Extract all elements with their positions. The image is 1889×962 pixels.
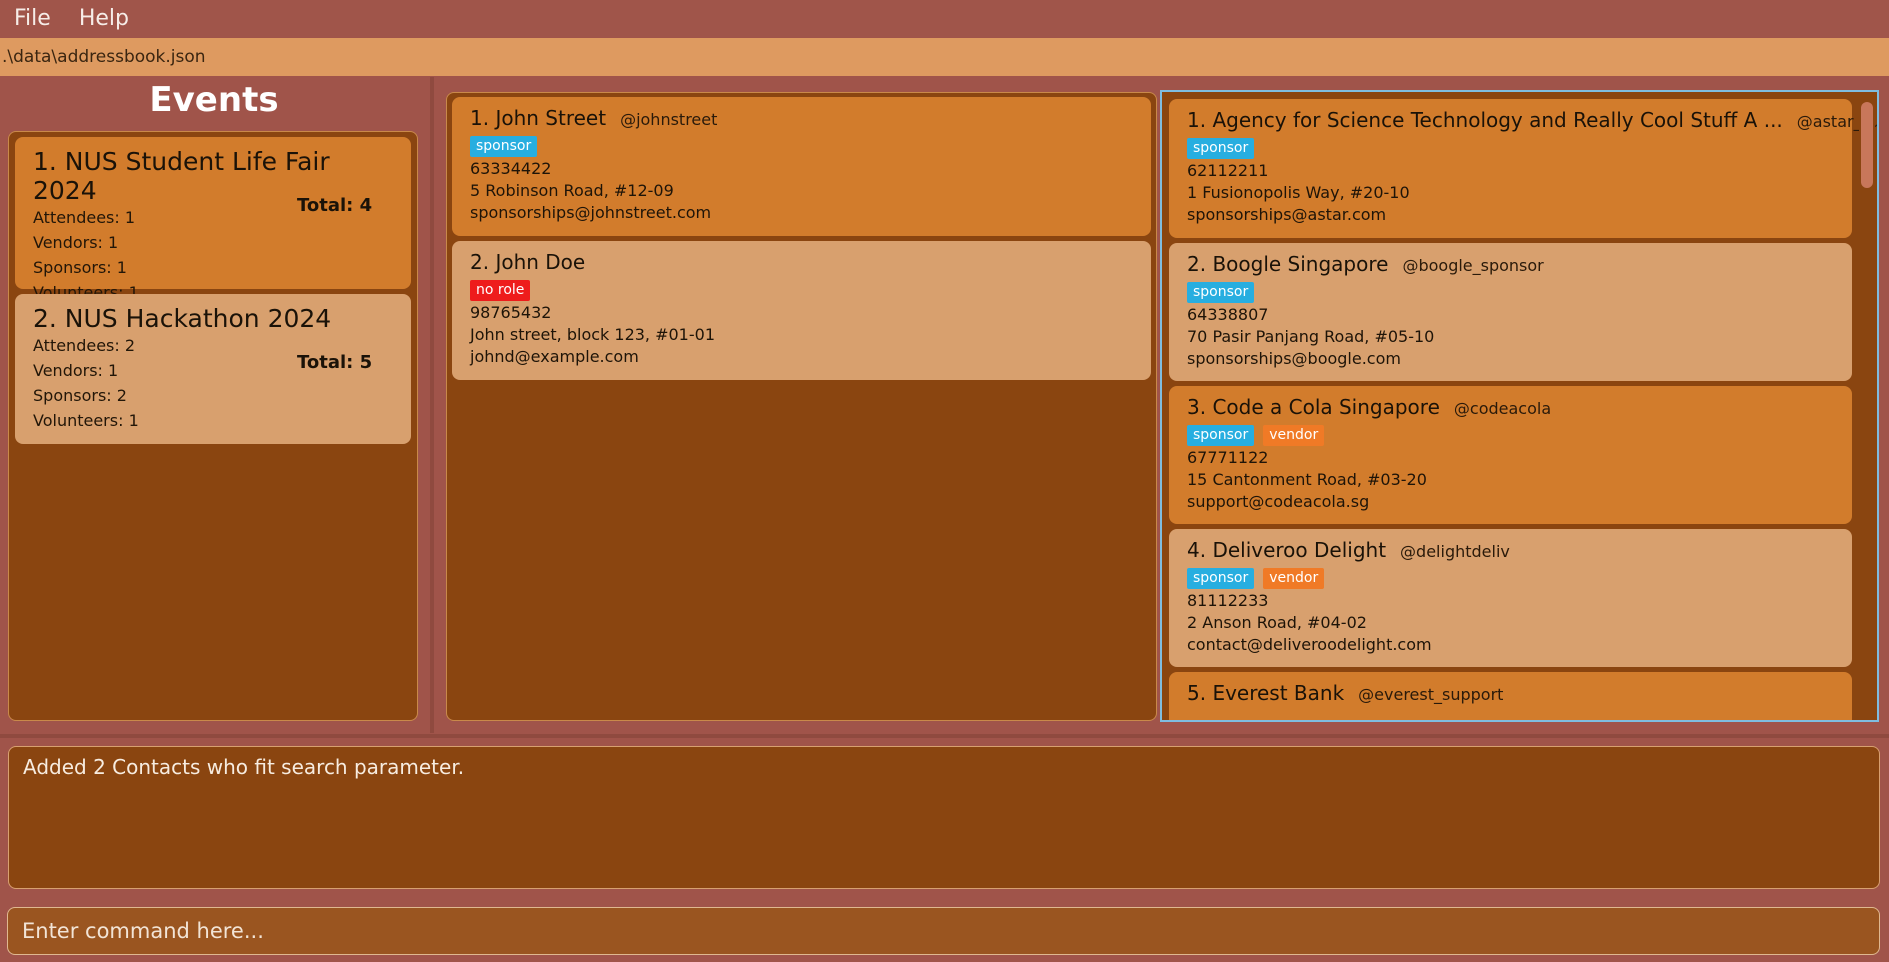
vendor-card[interactable]: 4. Deliveroo Delight @delightdeliv spons… — [1169, 529, 1852, 667]
event-card[interactable]: 1. NUS Student Life Fair 2024 Attendees:… — [15, 137, 411, 302]
events-list[interactable]: 1. NUS Student Life Fair 2024 Attendees:… — [8, 131, 418, 721]
role-tag: no role — [470, 280, 531, 301]
vendor-email: sponsorships@boogle.com — [1187, 349, 1401, 368]
contact-phone: 98765432 — [470, 303, 552, 322]
vendor-email: contact@deliveroodelight.com — [1187, 635, 1432, 654]
horizontal-divider[interactable] — [0, 734, 1889, 738]
vendor-phone: 62112211 — [1187, 161, 1269, 180]
file-path-bar: .\data\addressbook.json — [0, 38, 1889, 76]
vendor-address: 15 Cantonment Road, #03-20 — [1187, 470, 1427, 489]
vendor-email: sponsorships@astar.com — [1187, 205, 1387, 224]
menu-help[interactable]: Help — [65, 0, 143, 37]
vendor-name: 5. Everest Bank — [1187, 681, 1345, 705]
vendor-name: 2. Boogle Singapore — [1187, 252, 1389, 276]
vendor-list[interactable]: 1. Agency for Science Technology and Rea… — [1160, 90, 1879, 722]
event-volunteers: Volunteers: 1 — [33, 411, 139, 430]
vendor-address: 2 Anson Road, #04-02 — [1187, 613, 1367, 632]
vendor-name: 1. Agency for Science Technology and Rea… — [1187, 108, 1783, 132]
vendor-handle: @delightdeliv — [1400, 542, 1510, 561]
events-title: Events — [149, 80, 279, 120]
scrollbar-thumb[interactable] — [1861, 102, 1873, 188]
role-tag: vendor — [1263, 425, 1325, 446]
contact-email: sponsorships@johnstreet.com — [470, 203, 712, 222]
contact-name: 2. John Doe — [470, 250, 586, 274]
role-tag: sponsor — [1187, 568, 1255, 589]
vendor-address: 70 Pasir Panjang Road, #05-10 — [1187, 327, 1435, 346]
event-total: Total: 4 — [297, 195, 373, 216]
role-tag: sponsor — [1187, 282, 1255, 303]
vendor-handle: @everest_support — [1358, 685, 1504, 704]
event-sponsors: Sponsors: 1 — [33, 258, 127, 277]
contact-card[interactable]: 2. John Doe no role 98765432 John street… — [452, 241, 1151, 380]
contact-address: 5 Robinson Road, #12-09 — [470, 181, 674, 200]
vendor-handle: @codeacola — [1453, 399, 1552, 418]
event-title: 2. NUS Hackathon 2024 — [33, 304, 332, 333]
vendor-name: 4. Deliveroo Delight — [1187, 538, 1387, 562]
command-input[interactable] — [22, 919, 1865, 943]
role-tag: vendor — [1263, 568, 1325, 589]
vendor-address: 1 Fusionopolis Way, #20-10 — [1187, 183, 1410, 202]
result-display: Added 2 Contacts who fit search paramete… — [8, 746, 1880, 889]
event-total: Total: 5 — [297, 352, 373, 373]
role-tag: sponsor — [470, 136, 538, 157]
role-tag: sponsor — [1187, 425, 1255, 446]
vendor-list-scrollbar[interactable] — [1859, 98, 1875, 710]
role-tag: sponsor — [1187, 138, 1255, 159]
contact-name: 1. John Street — [470, 106, 607, 130]
contact-email: johnd@example.com — [470, 347, 639, 366]
event-card[interactable]: 2. NUS Hackathon 2024 Attendees: 2 Vendo… — [15, 294, 411, 444]
vendor-card[interactable]: 2. Boogle Singapore @boogle_sponsor spon… — [1169, 243, 1852, 381]
event-sponsors: Sponsors: 2 — [33, 386, 127, 405]
contact-list[interactable]: 1. John Street @johnstreet sponsor 63334… — [446, 92, 1157, 721]
vendor-handle: @boogle_sponsor — [1402, 256, 1544, 275]
contact-handle: @johnstreet — [620, 110, 718, 129]
menu-file[interactable]: File — [0, 0, 65, 37]
vendor-card[interactable]: 3. Code a Cola Singapore @codeacola spon… — [1169, 386, 1852, 524]
contact-card[interactable]: 1. John Street @johnstreet sponsor 63334… — [452, 97, 1151, 236]
vendor-email: support@codeacola.sg — [1187, 492, 1370, 511]
vendor-card[interactable]: 1. Agency for Science Technology and Rea… — [1169, 99, 1877, 238]
vendor-name: 3. Code a Cola Singapore — [1187, 395, 1440, 419]
vendor-phone: 81112233 — [1187, 591, 1269, 610]
event-vendors: Vendors: 1 — [33, 233, 119, 252]
vertical-divider[interactable] — [430, 77, 434, 733]
vendor-phone: 64338807 — [1187, 305, 1269, 324]
menu-bar: File Help — [0, 0, 1889, 37]
contact-address: John street, block 123, #01-01 — [470, 325, 715, 344]
contact-phone: 63334422 — [470, 159, 552, 178]
vendor-phone: 67771122 — [1187, 448, 1269, 467]
command-box[interactable] — [7, 907, 1880, 955]
vendor-card[interactable]: 5. Everest Bank @everest_support — [1169, 672, 1852, 720]
result-message: Added 2 Contacts who fit search paramete… — [23, 755, 465, 779]
